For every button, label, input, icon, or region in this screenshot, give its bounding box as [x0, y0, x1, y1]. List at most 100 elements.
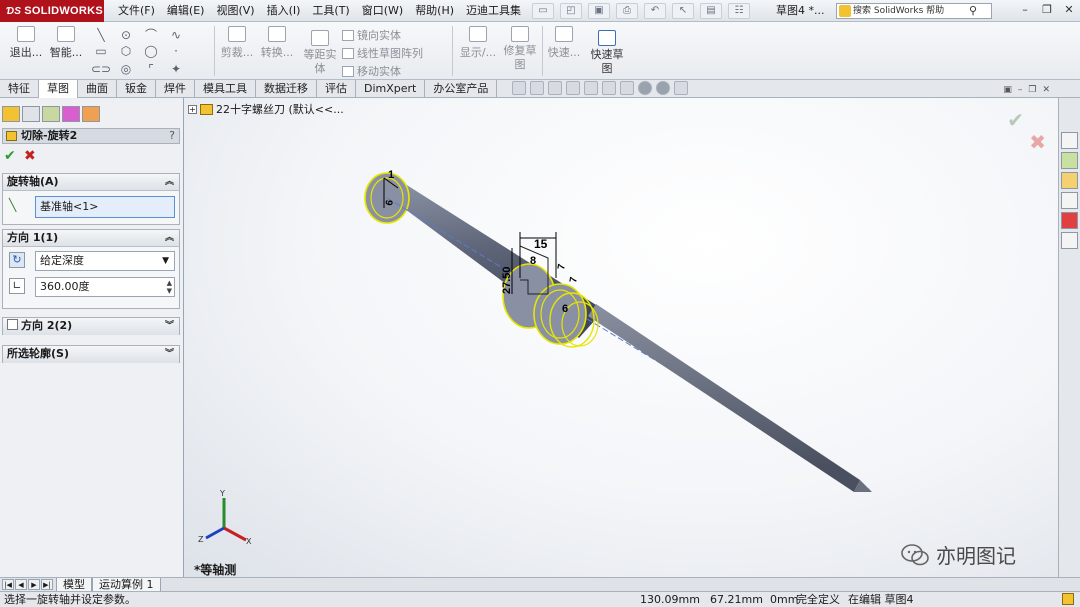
dimxpert-manager-icon[interactable] [62, 106, 80, 122]
direction2-checkbox[interactable] [7, 319, 18, 330]
feature-manager-icon[interactable] [2, 106, 20, 122]
smart-dimension-button[interactable]: 智能... [48, 26, 84, 60]
search-icon[interactable]: ⚲ [969, 4, 977, 18]
expand-icon[interactable]: ︾ [165, 346, 174, 362]
fillet-icon[interactable]: ⌜ [140, 62, 162, 76]
view-orientation-icon[interactable] [584, 81, 598, 95]
menu-view[interactable]: 视图(V) [210, 0, 260, 22]
dimension-label[interactable]: 8 [530, 255, 536, 267]
direction2-group-header[interactable]: 方向 2(2) ︾ [3, 318, 179, 335]
help-search-input[interactable]: 搜索 SolidWorks 帮助 ⚲ [836, 3, 992, 19]
tab-dimxpert[interactable]: DimXpert [356, 80, 426, 98]
mirror-entities-button[interactable]: 镜向实体 [342, 27, 401, 43]
minimize-icon[interactable]: – [1018, 2, 1032, 18]
plane-icon[interactable]: ◎ [115, 62, 137, 76]
menu-help[interactable]: 帮助(H) [409, 0, 460, 22]
menu-file[interactable]: 文件(F) [112, 0, 161, 22]
menu-edit[interactable]: 编辑(E) [161, 0, 211, 22]
rectangle-icon[interactable]: ▭ [90, 44, 112, 58]
last-tab-icon[interactable]: ▶| [41, 579, 53, 590]
zoom-to-fit-icon[interactable] [512, 81, 526, 95]
selected-contours-header[interactable]: 所选轮廓(S) ︾ [3, 346, 179, 363]
configuration-manager-icon[interactable] [42, 106, 60, 122]
line-icon[interactable]: ╲ [90, 28, 112, 42]
collapse-icon[interactable]: ︽ [165, 230, 174, 246]
save-icon[interactable]: ▣ [588, 3, 610, 19]
collar-rings[interactable] [502, 263, 599, 348]
tab-office-products[interactable]: 办公室产品 [425, 80, 498, 98]
tab-mold-tools[interactable]: 模具工具 [195, 80, 256, 98]
view-settings-icon[interactable] [674, 81, 688, 95]
dimension-label[interactable]: 15 [534, 237, 548, 251]
end-condition-select[interactable]: 给定深度 ▼ [35, 251, 175, 271]
hide-show-items-icon[interactable] [620, 81, 634, 95]
convert-entities-button[interactable]: 转换... [258, 26, 296, 60]
menu-window[interactable]: 窗口(W) [356, 0, 409, 22]
tab-model[interactable]: 模型 [56, 578, 92, 592]
prev-tab-icon[interactable]: ◀ [15, 579, 27, 590]
expand-icon[interactable]: ︾ [165, 318, 174, 334]
dimension-label[interactable]: 6 [562, 303, 568, 315]
options-icon[interactable]: ☷ [728, 3, 750, 19]
circle-icon[interactable]: ⊙ [115, 28, 137, 42]
apply-scene-icon[interactable] [656, 81, 670, 95]
tab-weldments[interactable]: 焊件 [156, 80, 195, 98]
menu-maidi-tools[interactable]: 迈迪工具集 [460, 0, 527, 22]
ellipse-icon[interactable]: ◯ [140, 44, 162, 58]
exit-sketch-button[interactable]: 退出... [8, 26, 44, 60]
next-tab-icon[interactable]: ▶ [28, 579, 40, 590]
collapse-icon[interactable]: ︽ [165, 174, 174, 190]
quick-snaps-button[interactable]: 快速... [546, 26, 582, 60]
help-icon[interactable]: ? [169, 129, 175, 143]
spline-icon[interactable]: ∿ [165, 28, 187, 42]
linear-pattern-button[interactable]: 线性草图阵列 [342, 45, 423, 61]
move-entities-button[interactable]: 移动实体 [342, 63, 401, 79]
rapid-sketch-button[interactable]: 快速草图 [586, 30, 628, 76]
new-document-icon[interactable]: ▭ [532, 3, 554, 19]
ok-button[interactable]: ✔ [4, 148, 16, 164]
tab-surfaces[interactable]: 曲面 [78, 80, 117, 98]
dimension-label[interactable]: 1 [388, 169, 394, 181]
viewport-close-icon[interactable]: ✕ [1042, 85, 1050, 95]
viewport-restore-icon[interactable]: ❐ [1028, 85, 1036, 95]
display-relations-button[interactable]: 显示/... [458, 26, 498, 60]
cancel-button[interactable]: ✖ [24, 148, 36, 164]
tab-data-migration[interactable]: 数据迁移 [256, 80, 317, 98]
rebuild-icon[interactable]: ▤ [700, 3, 722, 19]
polygon-icon[interactable]: ⬡ [115, 44, 137, 58]
restore-icon[interactable]: ❐ [1040, 2, 1054, 18]
display-manager-icon[interactable] [82, 106, 100, 122]
file-explorer-icon[interactable] [1061, 172, 1078, 189]
angle-input[interactable]: 360.00度 ▲ ▼ [35, 277, 175, 297]
open-icon[interactable]: ◰ [560, 3, 582, 19]
tab-evaluate[interactable]: 评估 [317, 80, 356, 98]
rebuild-status-icon[interactable] [1062, 593, 1074, 605]
first-tab-icon[interactable]: |◀ [2, 579, 14, 590]
custom-properties-icon[interactable] [1061, 232, 1078, 249]
previous-view-icon[interactable] [548, 81, 562, 95]
dimension-label[interactable]: 7 [556, 263, 568, 271]
offset-entities-button[interactable]: 等距实体 [300, 30, 340, 76]
point-icon[interactable]: · [165, 44, 187, 58]
dimension-label[interactable]: 7 [568, 276, 580, 284]
design-library-icon[interactable] [1061, 152, 1078, 169]
viewport-minimize-icon[interactable]: – [1018, 85, 1023, 95]
print-icon[interactable]: ⎙ [616, 3, 638, 19]
dimension-label[interactable]: 27.50 [501, 266, 513, 294]
viewport-split-icon[interactable]: ▣ [1003, 85, 1012, 95]
arc-icon[interactable]: ⌒ [140, 26, 162, 43]
repair-sketch-button[interactable]: 修复草图 [500, 26, 540, 72]
reverse-direction-icon[interactable]: ↻ [9, 252, 25, 268]
section-view-icon[interactable] [566, 81, 580, 95]
appearances-icon[interactable] [1061, 212, 1078, 229]
edit-appearance-icon[interactable] [638, 81, 652, 95]
tab-sketch[interactable]: 草图 [39, 80, 78, 98]
view-palette-icon[interactable] [1061, 192, 1078, 209]
zoom-to-area-icon[interactable] [530, 81, 544, 95]
undo-icon[interactable]: ↶ [644, 3, 666, 19]
menu-insert[interactable]: 插入(I) [261, 0, 307, 22]
text-icon[interactable]: ✦ [165, 62, 187, 76]
display-style-icon[interactable] [602, 81, 616, 95]
axis-selection-box[interactable]: 基准轴<1> [35, 196, 175, 218]
property-manager-icon[interactable] [22, 106, 40, 122]
